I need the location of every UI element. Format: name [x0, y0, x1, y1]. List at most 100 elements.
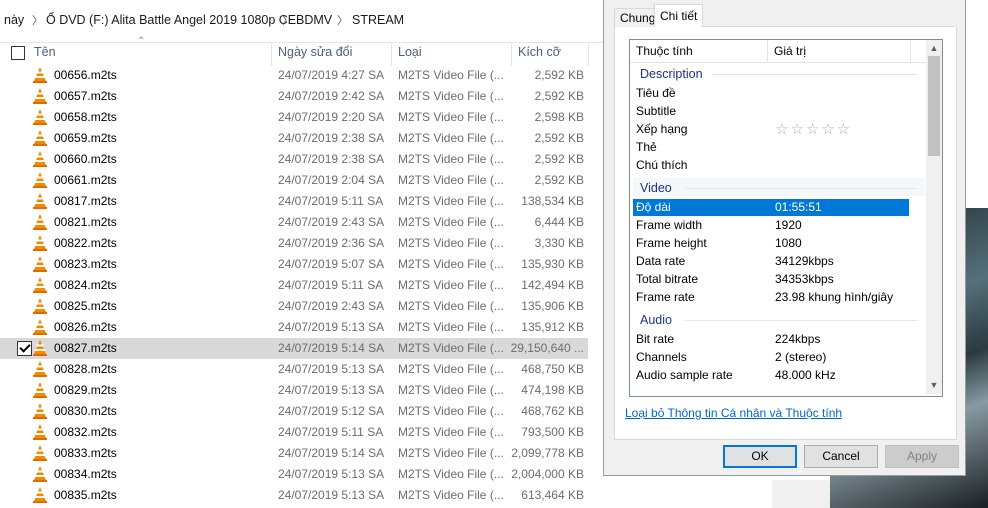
file-row[interactable]: 00657.m2ts 24/07/2019 2:42 SA M2TS Video F…: [0, 86, 588, 107]
breadcrumb-item[interactable]: Ổ DVD (F:) Alita Battle Angel 2019 1080p…: [46, 13, 296, 27]
scroll-up-icon[interactable]: ▲: [929, 43, 939, 53]
cancel-button[interactable]: Cancel: [804, 445, 878, 468]
file-row[interactable]: 00829.m2ts 24/07/2019 5:13 SA M2TS Video F…: [0, 380, 588, 401]
group-divider: [712, 74, 917, 75]
column-divider[interactable]: [391, 42, 392, 66]
column-divider[interactable]: [271, 42, 272, 66]
column-type-header[interactable]: Loại: [398, 45, 422, 59]
chevron-right-icon: 〉: [282, 15, 293, 27]
property-row[interactable]: Chú thích: [633, 157, 909, 174]
breadcrumb-item[interactable]: này: [4, 13, 24, 27]
file-row[interactable]: 00826.m2ts 24/07/2019 5:13 SA M2TS Video F…: [0, 317, 588, 338]
property-key: Audio sample rate: [636, 368, 733, 382]
property-key: Xếp hạng: [636, 122, 688, 136]
property-row[interactable]: Audio sample rate 48.000 kHz: [633, 367, 909, 384]
file-row[interactable]: 00658.m2ts 24/07/2019 2:20 SA M2TS Video F…: [0, 107, 588, 128]
property-row[interactable]: Frame height 1080: [633, 235, 909, 252]
file-row[interactable]: 00828.m2ts 24/07/2019 5:13 SA M2TS Video F…: [0, 359, 588, 380]
file-type: M2TS Video File (...: [398, 110, 504, 124]
file-row[interactable]: 00833.m2ts 24/07/2019 5:14 SA M2TS Video F…: [0, 443, 588, 464]
ok-button[interactable]: OK: [723, 445, 797, 468]
chevron-right-icon: 〉: [337, 15, 348, 27]
file-row[interactable]: 00656.m2ts 24/07/2019 4:27 SA M2TS Video F…: [0, 65, 588, 86]
apply-button[interactable]: Apply: [885, 445, 959, 468]
select-all-checkbox[interactable]: [11, 46, 25, 60]
file-row[interactable]: 00661.m2ts 24/07/2019 2:04 SA M2TS Video F…: [0, 170, 588, 191]
file-type: M2TS Video File (...: [398, 194, 504, 208]
file-row[interactable]: 00834.m2ts 24/07/2019 5:13 SA M2TS Video F…: [0, 464, 588, 485]
row-checkbox[interactable]: [17, 341, 32, 356]
column-divider[interactable]: [511, 42, 512, 66]
property-row[interactable]: Xếp hạng ☆☆☆☆☆: [633, 121, 909, 138]
file-name: 00658.m2ts: [54, 110, 117, 124]
column-date-header[interactable]: Ngày sửa đổi: [278, 45, 352, 59]
property-key: Channels: [636, 350, 687, 364]
property-key: Chú thích: [636, 158, 688, 172]
property-list-scrollbar[interactable]: ▲ ▼: [926, 40, 942, 394]
file-row[interactable]: 00660.m2ts 24/07/2019 2:38 SA M2TS Video F…: [0, 149, 588, 170]
property-row[interactable]: Channels 2 (stereo): [633, 349, 909, 366]
file-date: 24/07/2019 2:04 SA: [278, 173, 385, 187]
rating-stars[interactable]: ☆☆☆☆☆: [775, 120, 852, 138]
property-row[interactable]: Data rate 34129kbps: [633, 253, 909, 270]
file-date: 24/07/2019 5:13 SA: [278, 488, 385, 502]
value-column-header[interactable]: Giá trị: [774, 44, 806, 58]
file-row[interactable]: 00823.m2ts 24/07/2019 5:07 SA M2TS Video F…: [0, 254, 588, 275]
tab-details[interactable]: Chi tiết: [654, 4, 704, 29]
file-name: 00656.m2ts: [54, 68, 117, 82]
property-row[interactable]: Bit rate 224kbps: [633, 331, 909, 348]
property-row[interactable]: Subtitle: [633, 103, 909, 120]
property-row[interactable]: Tiêu đề: [633, 85, 909, 102]
breadcrumb-item[interactable]: STREAM: [352, 13, 404, 27]
file-type: M2TS Video File (...: [398, 467, 504, 481]
property-row[interactable]: Frame rate 23.98 khung hình/giây: [633, 289, 909, 306]
column-divider[interactable]: [767, 40, 768, 62]
file-size: 135,912 KB: [521, 320, 584, 334]
scrollbar-thumb[interactable]: [928, 56, 940, 156]
vlc-cone-icon: [33, 67, 47, 83]
vlc-cone-icon: [33, 130, 47, 146]
file-date: 24/07/2019 5:11 SA: [278, 194, 384, 208]
column-divider[interactable]: [910, 40, 911, 62]
file-row[interactable]: 00821.m2ts 24/07/2019 2:43 SA M2TS Video F…: [0, 212, 588, 233]
file-row[interactable]: 00824.m2ts 24/07/2019 5:11 SA M2TS Video F…: [0, 275, 588, 296]
file-row[interactable]: 00835.m2ts 24/07/2019 5:13 SA M2TS Video F…: [0, 485, 588, 506]
breadcrumb-item[interactable]: BDMV: [296, 13, 332, 27]
property-key: Bit rate: [636, 332, 675, 346]
property-column-header[interactable]: Thuộc tính: [636, 44, 693, 58]
file-size: 135,930 KB: [521, 257, 584, 271]
file-size: 2,004,000 KB: [511, 467, 584, 481]
column-divider[interactable]: [588, 42, 589, 66]
property-row[interactable]: Frame width 1920: [633, 217, 909, 234]
property-key: Độ dài: [636, 200, 671, 214]
remove-properties-link[interactable]: Loại bỏ Thông tin Cá nhân và Thuộc tính: [625, 406, 842, 420]
column-name-header[interactable]: Tên: [34, 45, 56, 59]
vlc-cone-icon: [33, 382, 47, 398]
file-row[interactable]: 00832.m2ts 24/07/2019 5:11 SA M2TS Video F…: [0, 422, 588, 443]
property-row[interactable]: Độ dài 01:55:51: [633, 199, 909, 216]
file-date: 24/07/2019 5:13 SA: [278, 320, 385, 334]
property-row[interactable]: Thẻ: [633, 139, 909, 156]
breadcrumb[interactable]: này 〉 Ổ DVD (F:) Alita Battle Angel 2019…: [0, 0, 605, 43]
property-list[interactable]: Thuộc tính Giá trị Description Tiêu đề Su…: [629, 39, 943, 397]
property-row[interactable]: Total bitrate 34353kbps: [633, 271, 909, 288]
property-value: 34129kbps: [775, 254, 834, 268]
file-name: 00827.m2ts: [54, 341, 117, 355]
column-size-header[interactable]: Kích cỡ: [518, 45, 561, 59]
background-scroll-area: [772, 480, 830, 508]
group-divider: [685, 320, 917, 321]
scroll-down-icon[interactable]: ▼: [929, 380, 939, 390]
file-row[interactable]: 00817.m2ts 24/07/2019 5:11 SA M2TS Video F…: [0, 191, 588, 212]
vlc-cone-icon: [33, 88, 47, 104]
file-row[interactable]: 00822.m2ts 24/07/2019 2:36 SA M2TS Video F…: [0, 233, 588, 254]
file-row[interactable]: 00830.m2ts 24/07/2019 5:12 SA M2TS Video F…: [0, 401, 588, 422]
file-row[interactable]: 00659.m2ts 24/07/2019 2:38 SA M2TS Video F…: [0, 128, 588, 149]
file-date: 24/07/2019 2:20 SA: [278, 110, 385, 124]
file-size: 142,494 KB: [521, 278, 584, 292]
file-date: 24/07/2019 5:11 SA: [278, 278, 384, 292]
file-row[interactable]: 00827.m2ts 24/07/2019 5:14 SA M2TS Video F…: [0, 338, 588, 359]
file-date: 24/07/2019 5:14 SA: [278, 446, 385, 460]
file-type: M2TS Video File (...: [398, 446, 504, 460]
file-size: 613,464 KB: [521, 488, 584, 502]
file-row[interactable]: 00825.m2ts 24/07/2019 2:43 SA M2TS Video F…: [0, 296, 588, 317]
